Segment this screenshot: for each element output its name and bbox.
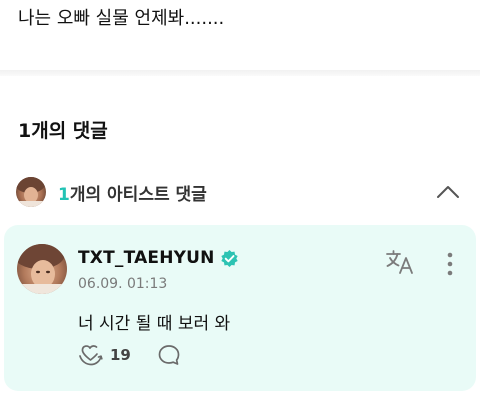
post-text: 나는 오빠 실물 언제봐....... [18, 8, 225, 29]
more-vertical-icon[interactable] [440, 251, 460, 277]
like-count: 19 [110, 346, 131, 364]
author-name[interactable]: TXT_TAEHYUN [78, 248, 215, 268]
author-row: TXT_TAEHYUN [78, 248, 239, 268]
like-button[interactable]: 19 [78, 343, 131, 367]
reply-bubble-icon[interactable] [157, 343, 181, 367]
artist-comments-label: 1개의 아티스트 댓글 [58, 180, 207, 205]
artist-comments-count: 1 [58, 184, 70, 205]
artist-comments-label-text: 개의 아티스트 댓글 [69, 184, 207, 205]
comment-actions: 19 [78, 343, 181, 367]
translate-icon[interactable] [385, 249, 417, 275]
like-icon [79, 345, 103, 366]
artist-avatar-small [16, 177, 46, 207]
author-avatar[interactable] [17, 244, 67, 294]
comment-timestamp: 06.09. 01:13 [78, 276, 168, 292]
comments-count-heading: 1개의 댓글 [18, 120, 108, 142]
verified-badge-icon [220, 249, 239, 268]
artist-comments-bar[interactable]: 1개의 아티스트 댓글 [16, 176, 464, 208]
section-divider [0, 70, 480, 76]
chevron-up-icon[interactable] [434, 180, 462, 204]
artist-comment-card: TXT_TAEHYUN 06.09. 01:13 너 시간 될 때 보러 와 1… [4, 225, 476, 391]
comment-body: 너 시간 될 때 보러 와 [78, 314, 231, 334]
